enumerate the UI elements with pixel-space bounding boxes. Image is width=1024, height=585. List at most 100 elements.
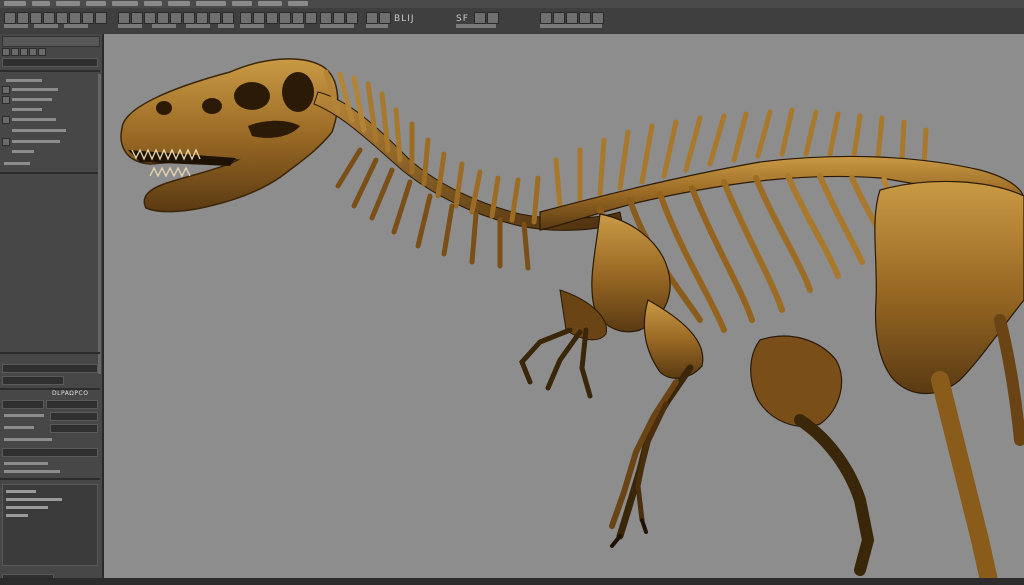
toolbar-label (152, 24, 176, 28)
list-item[interactable] (4, 162, 30, 165)
view-persp-icon[interactable] (579, 12, 591, 24)
toolbar-label (456, 24, 496, 28)
bevel-icon[interactable] (183, 12, 195, 24)
attribute-field[interactable] (50, 424, 98, 433)
hind-limb (750, 180, 1024, 585)
panel-header[interactable] (2, 36, 100, 47)
menu-item[interactable] (258, 1, 282, 6)
redo-icon[interactable] (56, 12, 68, 24)
grid-icon[interactable] (292, 12, 304, 24)
menu-item[interactable] (144, 1, 162, 6)
loop-cut-icon[interactable] (196, 12, 208, 24)
select-icon[interactable] (69, 12, 81, 24)
property-label (4, 462, 48, 465)
menu-item[interactable] (32, 1, 50, 6)
properties-icon[interactable] (20, 48, 28, 56)
list-item[interactable] (12, 98, 52, 101)
camera-icon[interactable] (305, 12, 317, 24)
preview-icon[interactable] (379, 12, 391, 24)
attribute-field[interactable] (2, 400, 44, 409)
front-leg (609, 299, 704, 548)
menu-item[interactable] (112, 1, 138, 6)
property-label (4, 414, 44, 417)
menu-item[interactable] (86, 1, 106, 6)
list-item[interactable] (6, 79, 42, 82)
object-icon[interactable] (2, 138, 10, 146)
dinosaur-skeleton-model[interactable] (104, 34, 1024, 585)
toolbar-label (540, 24, 602, 28)
snap-icon[interactable] (240, 12, 252, 24)
menu-item[interactable] (232, 1, 252, 6)
menu-item[interactable] (4, 1, 26, 6)
move-icon[interactable] (82, 12, 94, 24)
light-icon[interactable] (320, 12, 332, 24)
script-editor[interactable] (2, 484, 98, 566)
view-side-icon[interactable] (553, 12, 565, 24)
sphere-icon[interactable] (131, 12, 143, 24)
save-icon[interactable] (30, 12, 42, 24)
zoom-icon[interactable] (592, 12, 604, 24)
object-icon[interactable] (2, 116, 10, 124)
toolbar-label (366, 24, 388, 28)
filter-icon[interactable] (29, 48, 37, 56)
cylinder-icon[interactable] (144, 12, 156, 24)
smooth-icon[interactable] (222, 12, 234, 24)
script-line (6, 506, 48, 509)
attribute-field[interactable] (46, 400, 98, 409)
menu-item[interactable] (168, 1, 190, 6)
attribute-field[interactable] (2, 448, 98, 457)
list-item[interactable] (12, 108, 42, 111)
toolbar-label (118, 24, 142, 28)
toolbar-label (4, 24, 28, 28)
pivot-icon[interactable] (253, 12, 265, 24)
align-icon[interactable] (266, 12, 278, 24)
attribute-field[interactable] (2, 364, 98, 373)
rotate-icon[interactable] (95, 12, 107, 24)
eye-icon[interactable] (38, 48, 46, 56)
cube-icon[interactable] (118, 12, 130, 24)
list-item[interactable] (12, 118, 56, 121)
view-top-icon[interactable] (566, 12, 578, 24)
outliner-icon[interactable] (2, 48, 10, 56)
3d-viewport[interactable] (104, 34, 1024, 585)
scrollbar[interactable] (98, 74, 101, 374)
menu-item[interactable] (288, 1, 308, 6)
view-front-icon[interactable] (540, 12, 552, 24)
toolbar-label (320, 24, 354, 28)
left-panel: DLPAΩPCO (0, 34, 104, 585)
shaded-icon[interactable] (487, 12, 499, 24)
plane-icon[interactable] (157, 12, 169, 24)
menu-item[interactable] (56, 1, 80, 6)
list-item[interactable] (12, 140, 60, 143)
script-line (6, 514, 28, 517)
wireframe-icon[interactable] (474, 12, 486, 24)
list-item[interactable] (12, 150, 34, 153)
undo-icon[interactable] (43, 12, 55, 24)
mirror-icon[interactable] (279, 12, 291, 24)
status-bar (0, 578, 1024, 585)
menu-item[interactable] (196, 1, 226, 6)
material-icon[interactable] (333, 12, 345, 24)
attribute-field[interactable] (2, 376, 64, 385)
neck-spines (323, 69, 541, 271)
list-item[interactable] (12, 88, 58, 91)
property-label (4, 426, 34, 429)
list-item[interactable] (12, 129, 66, 132)
divider (0, 172, 100, 174)
open-file-icon[interactable] (17, 12, 29, 24)
toolbar-text: BLIJ (394, 14, 415, 24)
object-icon[interactable] (2, 86, 10, 94)
attribute-field[interactable] (50, 412, 98, 421)
divider (0, 478, 100, 480)
extrude-icon[interactable] (170, 12, 182, 24)
layers-icon[interactable] (11, 48, 19, 56)
texture-icon[interactable] (346, 12, 358, 24)
toolbar-label (186, 24, 210, 28)
new-file-icon[interactable] (4, 12, 16, 24)
render-icon[interactable] (366, 12, 378, 24)
object-icon[interactable] (2, 96, 10, 104)
script-line (6, 498, 62, 501)
toolbar-label (34, 24, 58, 28)
search-input[interactable] (2, 58, 98, 67)
bridge-icon[interactable] (209, 12, 221, 24)
